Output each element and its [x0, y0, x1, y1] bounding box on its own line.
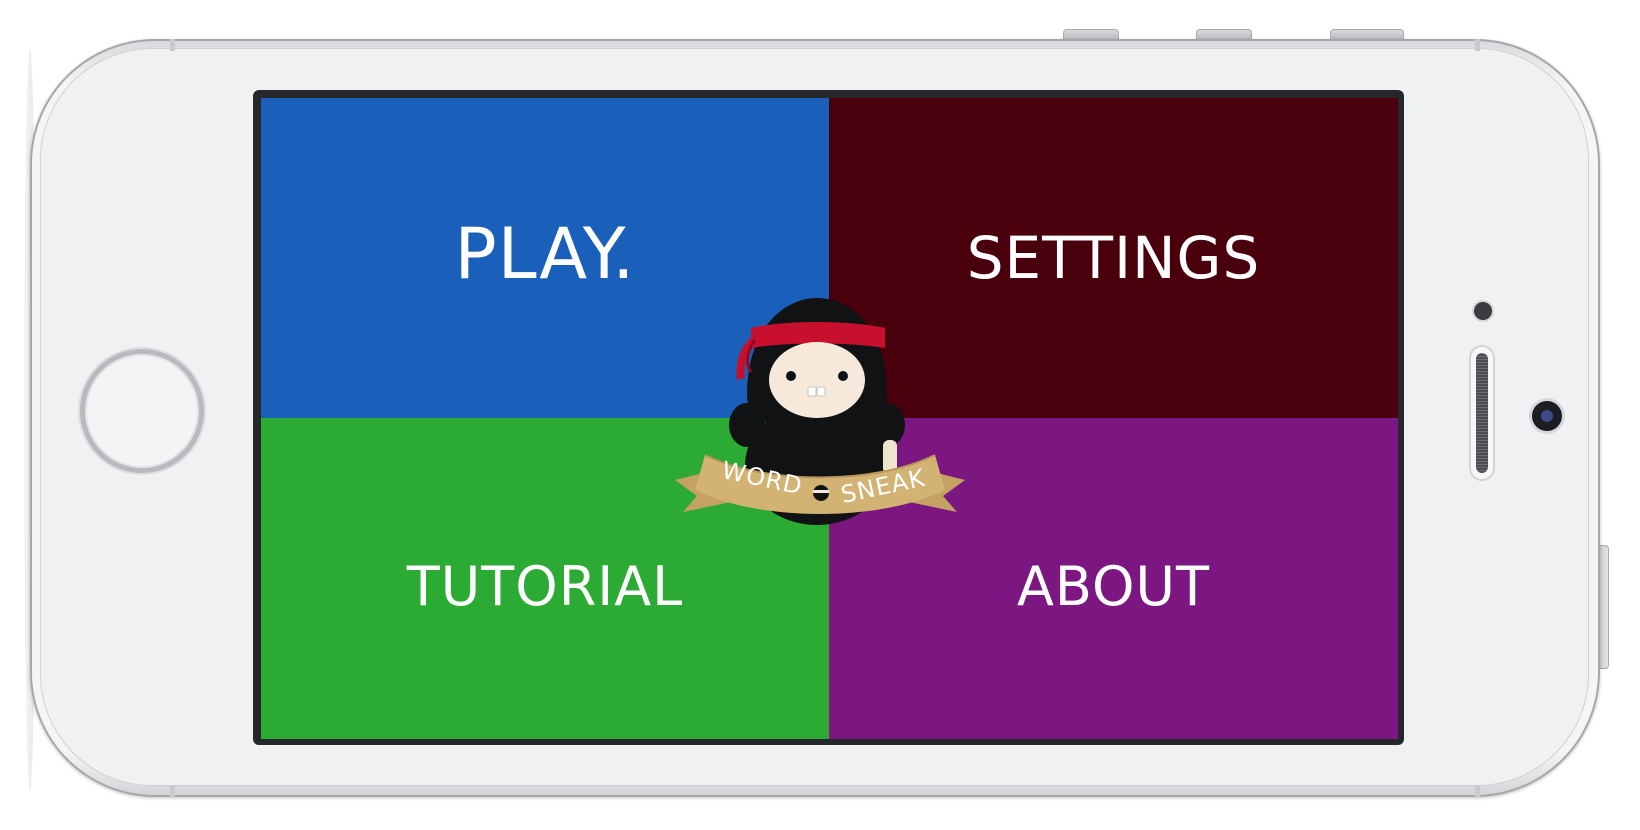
play-label: PLAY.	[454, 213, 636, 295]
word-sneak-logo: WORD SNEAK	[665, 290, 975, 550]
speaker-grill	[1476, 353, 1488, 473]
ninja-mascot-icon: WORD SNEAK	[675, 298, 965, 525]
antenna-band	[170, 785, 175, 797]
antenna-band	[1475, 39, 1480, 51]
antenna-band	[1475, 785, 1480, 797]
device-mockup: PLAY. SETTINGS TUTORIAL ABOUT WORD SNEAK	[0, 0, 1640, 830]
antenna-band	[170, 39, 175, 51]
proximity-sensor-icon	[1474, 302, 1492, 320]
tutorial-label: TUTORIAL	[406, 555, 684, 618]
camera-lens	[1541, 410, 1553, 422]
front-camera-icon	[1532, 401, 1562, 431]
home-button-icon[interactable]	[80, 349, 204, 473]
earpiece-speaker-icon	[1471, 347, 1493, 479]
settings-label: SETTINGS	[966, 224, 1261, 292]
about-label: ABOUT	[1016, 555, 1211, 618]
